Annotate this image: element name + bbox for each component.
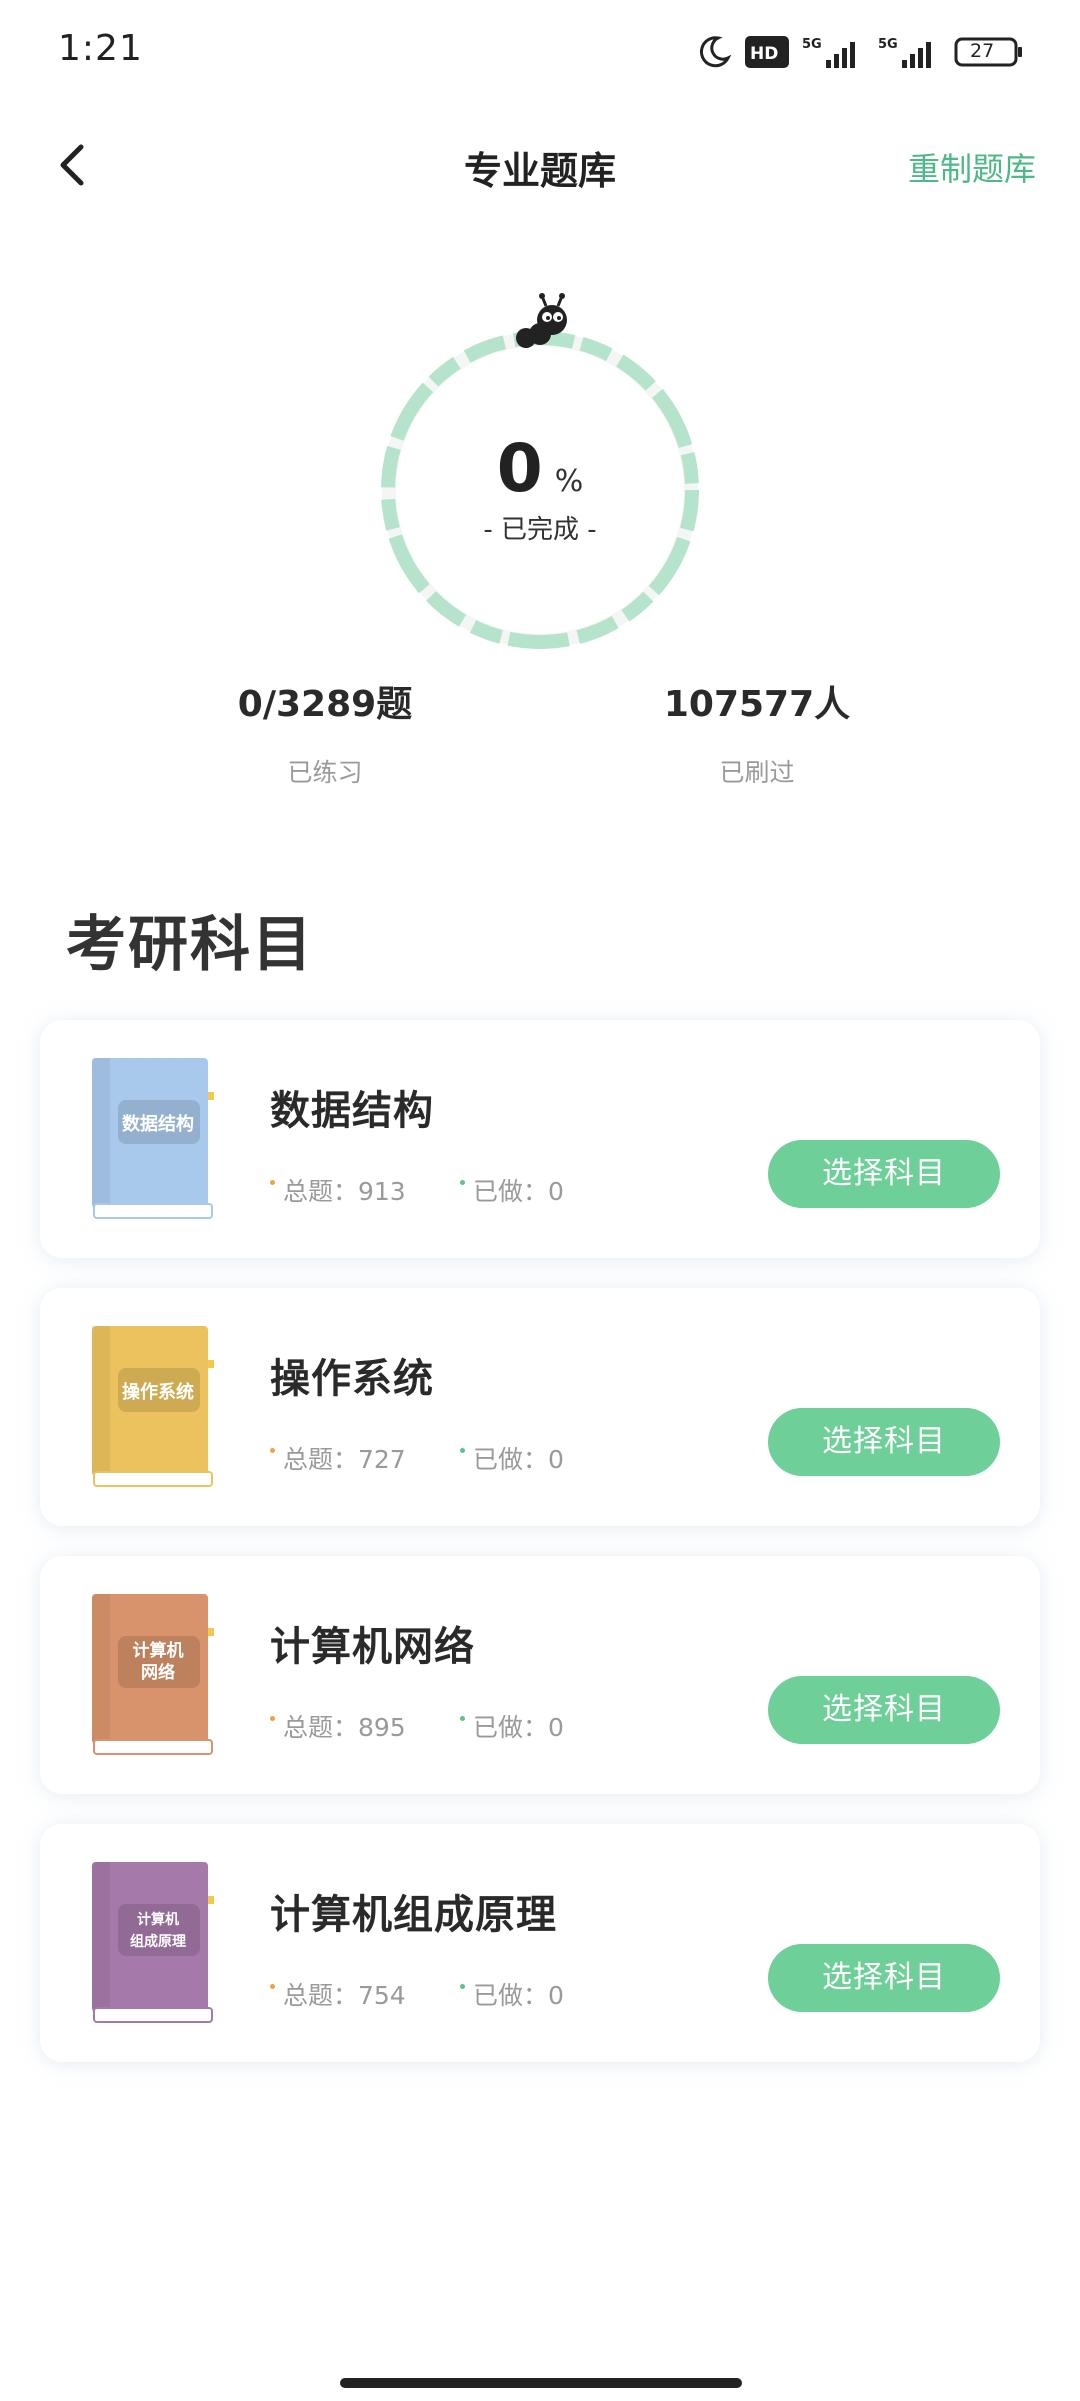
total-count: 总题：913 bbox=[270, 1172, 406, 1208]
percent-row: 0 % bbox=[370, 430, 710, 507]
page: 1:21 HD 5G 5G 27 专业题库 重制题库 0 % - 已完成 - 0… bbox=[0, 0, 1080, 2401]
done-count: 已做：0 bbox=[460, 1440, 564, 1476]
subject-card[interactable]: 计算机 组成原理 计算机组成原理 总题：754 已做：0 选择科目 bbox=[40, 1824, 1040, 2062]
practiced-label: 已练习 bbox=[287, 758, 363, 787]
book-icon: 计算机组成原理 bbox=[92, 1862, 214, 2023]
bullet-icon bbox=[460, 1983, 465, 1989]
select-subject-button[interactable]: 选择科目 bbox=[768, 1408, 1000, 1476]
subject-card[interactable]: 操作系统 操作系统 总题：727 已做：0 选择科目 bbox=[40, 1288, 1040, 1526]
signal-5g-icon: 5G bbox=[802, 34, 866, 70]
select-subject-button[interactable]: 选择科目 bbox=[768, 1676, 1000, 1744]
total-count-label: 总题：754 bbox=[283, 1981, 406, 2010]
done-count-label: 已做：0 bbox=[473, 1713, 564, 1742]
reset-question-bank-button[interactable]: 重制题库 bbox=[908, 144, 1036, 190]
done-count: 已做：0 bbox=[460, 1976, 564, 2012]
battery-icon: 27 bbox=[954, 35, 1024, 69]
bullet-icon bbox=[270, 1179, 275, 1185]
select-subject-button[interactable]: 选择科目 bbox=[768, 1944, 1000, 2012]
subject-card[interactable]: 数据结构 数据结构 总题：913 已做：0 选择科目 bbox=[40, 1020, 1040, 1258]
book-icon: 操作系统 bbox=[92, 1326, 214, 1487]
done-count-label: 已做：0 bbox=[473, 1445, 564, 1474]
bullet-icon bbox=[270, 1983, 275, 1989]
status-icons: HD 5G 5G 27 bbox=[696, 30, 1024, 74]
svg-text:5G: 5G bbox=[878, 37, 898, 52]
bullet-icon bbox=[460, 1179, 465, 1185]
select-subject-button[interactable]: 选择科目 bbox=[768, 1140, 1000, 1208]
progress-ring: 0 % - 已完成 - bbox=[370, 290, 710, 650]
percent-unit: % bbox=[554, 464, 584, 499]
subject-card[interactable]: 计算机 网络 计算机网络 总题：895 已做：0 选择科目 bbox=[40, 1556, 1040, 1794]
svg-text:操作系统: 操作系统 bbox=[122, 1381, 194, 1403]
subject-name: 计算机组成原理 bbox=[270, 1892, 557, 1938]
signal-5g-icon: 5G bbox=[878, 34, 942, 70]
completed-label: - 已完成 - bbox=[483, 515, 597, 545]
done-count: 已做：0 bbox=[460, 1708, 564, 1744]
total-count: 总题：754 bbox=[270, 1976, 406, 2012]
practiced-count: 0/3289题 bbox=[237, 684, 413, 725]
progress-percent: 0 bbox=[496, 430, 543, 507]
svg-text:数据结构: 数据结构 bbox=[122, 1113, 194, 1135]
moon-icon bbox=[696, 34, 732, 70]
done-count: 已做：0 bbox=[460, 1172, 564, 1208]
total-count: 总题：895 bbox=[270, 1708, 406, 1744]
subject-name: 数据结构 bbox=[270, 1088, 434, 1134]
bullet-icon bbox=[270, 1447, 275, 1453]
svg-text:HD: HD bbox=[750, 44, 778, 64]
svg-text:组成原理: 组成原理 bbox=[130, 1933, 186, 1950]
battery-level: 27 bbox=[970, 40, 995, 62]
total-count-label: 总题：895 bbox=[283, 1713, 406, 1742]
done-count-label: 已做：0 bbox=[473, 1177, 564, 1206]
users-count: 107577人 bbox=[663, 684, 851, 725]
progress-center: 0 % - 已完成 - bbox=[370, 430, 710, 546]
status-time: 1:21 bbox=[58, 28, 143, 69]
total-count: 总题：727 bbox=[270, 1440, 406, 1476]
subject-name: 计算机网络 bbox=[270, 1624, 475, 1670]
book-icon: 数据结构 bbox=[92, 1058, 214, 1219]
bullet-icon bbox=[460, 1715, 465, 1721]
hd-icon: HD bbox=[744, 35, 790, 69]
practiced-stat: 0/3289题 已练习 bbox=[175, 675, 475, 789]
total-count-label: 总题：913 bbox=[283, 1177, 406, 1206]
users-label: 已刷过 bbox=[719, 758, 795, 787]
bullet-icon bbox=[460, 1447, 465, 1453]
subject-name: 操作系统 bbox=[270, 1356, 434, 1402]
total-count-label: 总题：727 bbox=[283, 1445, 406, 1474]
svg-text:5G: 5G bbox=[802, 37, 822, 52]
svg-text:计算机: 计算机 bbox=[137, 1911, 179, 1928]
done-count-label: 已做：0 bbox=[473, 1981, 564, 2010]
svg-text:网络: 网络 bbox=[141, 1662, 175, 1683]
book-icon: 计算机网络 bbox=[92, 1594, 214, 1755]
section-title: 考研科目 bbox=[66, 910, 314, 980]
nav-bar: 专业题库 重制题库 bbox=[0, 110, 1080, 220]
svg-text:计算机: 计算机 bbox=[133, 1640, 184, 1661]
users-stat: 107577人 已刷过 bbox=[607, 675, 907, 789]
bullet-icon bbox=[270, 1715, 275, 1721]
status-bar: 1:21 HD 5G 5G 27 bbox=[0, 0, 1080, 100]
home-indicator[interactable] bbox=[340, 2378, 742, 2388]
